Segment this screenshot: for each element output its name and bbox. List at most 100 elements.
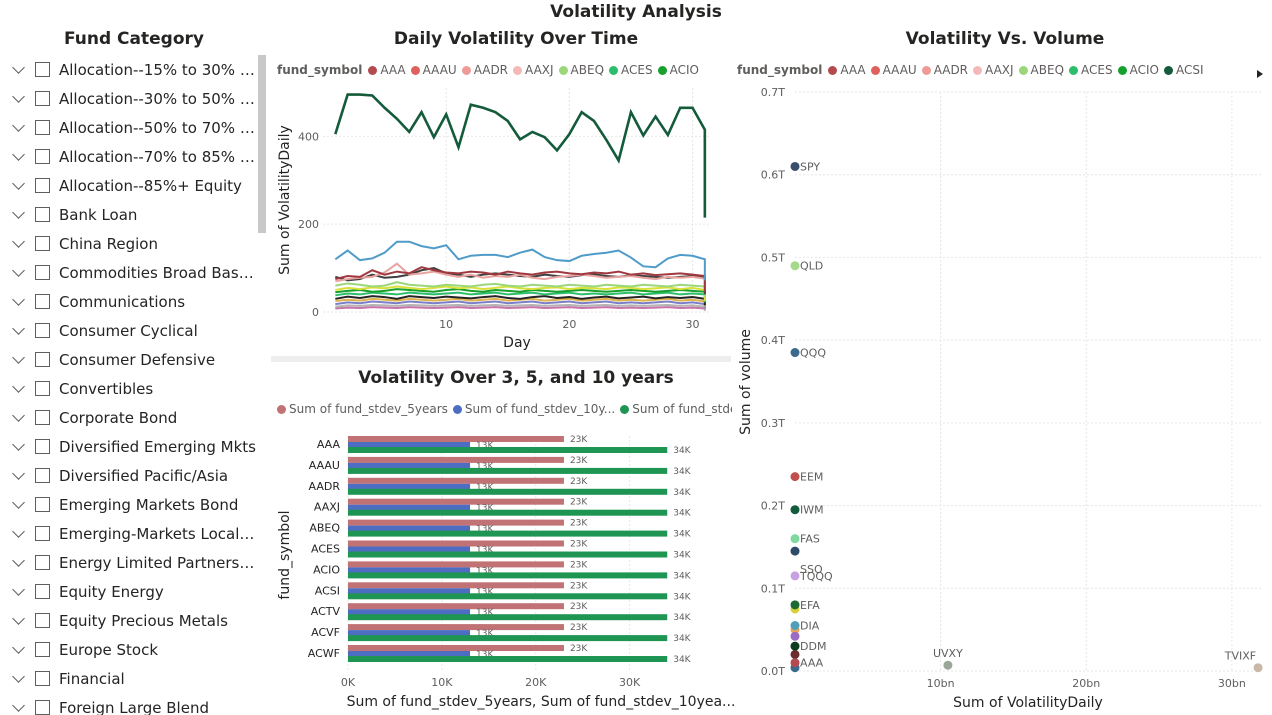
- chevron-down-icon[interactable]: [12, 556, 26, 570]
- bar[interactable]: [348, 656, 668, 662]
- legend-item[interactable]: AAA: [368, 63, 406, 77]
- slicer-checkbox[interactable]: [35, 352, 50, 367]
- bar[interactable]: [348, 614, 668, 621]
- slicer-item[interactable]: Commodities Broad Basket: [0, 258, 258, 287]
- data-point[interactable]: [790, 641, 800, 651]
- slicer-checkbox[interactable]: [35, 236, 50, 251]
- bar[interactable]: [348, 519, 564, 526]
- slicer-checkbox[interactable]: [35, 178, 50, 193]
- chevron-down-icon[interactable]: [12, 382, 26, 396]
- slicer-checkbox[interactable]: [35, 149, 50, 164]
- slicer-checkbox[interactable]: [35, 294, 50, 309]
- slicer-checkbox[interactable]: [35, 613, 50, 628]
- slicer-checkbox[interactable]: [35, 497, 50, 512]
- data-point[interactable]: [790, 571, 800, 581]
- chevron-down-icon[interactable]: [12, 469, 26, 483]
- slicer-item[interactable]: Financial: [0, 664, 258, 693]
- bar[interactable]: [348, 645, 564, 651]
- legend-item[interactable]: ABEQ: [1018, 63, 1064, 77]
- chevron-down-icon[interactable]: [12, 353, 26, 367]
- legend-item[interactable]: AAAU: [410, 63, 457, 77]
- bar[interactable]: [348, 447, 668, 453]
- data-point[interactable]: [790, 600, 800, 610]
- bar[interactable]: [348, 540, 564, 547]
- chevron-down-icon[interactable]: [12, 295, 26, 309]
- chevron-down-icon[interactable]: [12, 324, 26, 338]
- slicer-checkbox[interactable]: [35, 555, 50, 570]
- bar[interactable]: [348, 551, 668, 558]
- slicer-checkbox[interactable]: [35, 584, 50, 599]
- legend-item[interactable]: AADR: [461, 63, 508, 77]
- slicer-checkbox[interactable]: [35, 207, 50, 222]
- bar[interactable]: [348, 477, 564, 484]
- legend-item[interactable]: ACES: [609, 63, 653, 77]
- legend-item[interactable]: AAXJ: [513, 63, 554, 77]
- chevron-down-icon[interactable]: [12, 237, 26, 251]
- slicer-item[interactable]: Diversified Emerging Mkts: [0, 432, 258, 461]
- chevron-down-icon[interactable]: [12, 121, 26, 135]
- slicer-checkbox[interactable]: [35, 91, 50, 106]
- data-point[interactable]: [790, 546, 800, 556]
- chevron-down-icon[interactable]: [12, 179, 26, 193]
- slicer-item[interactable]: Allocation--70% to 85% Equ...: [0, 142, 258, 171]
- data-point[interactable]: [943, 660, 953, 670]
- bar[interactable]: [348, 593, 668, 600]
- legend-item[interactable]: AAXJ: [973, 63, 1014, 77]
- legend-item[interactable]: Sum of fund_stde: [620, 402, 732, 416]
- legend-item[interactable]: Sum of fund_stdev_5years: [277, 402, 448, 416]
- bar[interactable]: [348, 436, 564, 442]
- chevron-down-icon[interactable]: [12, 150, 26, 164]
- data-point[interactable]: [790, 649, 800, 659]
- slicer-item[interactable]: Equity Energy: [0, 577, 258, 606]
- legend-item[interactable]: AAA: [828, 63, 866, 77]
- legend-item[interactable]: ACIO: [657, 63, 699, 77]
- bar[interactable]: [348, 561, 564, 568]
- bar[interactable]: [348, 624, 564, 631]
- slicer-item[interactable]: Consumer Cyclical: [0, 316, 258, 345]
- chevron-down-icon[interactable]: [12, 614, 26, 628]
- chevron-down-icon[interactable]: [12, 440, 26, 454]
- chevron-down-icon[interactable]: [12, 266, 26, 280]
- slicer-item[interactable]: Bank Loan: [0, 200, 258, 229]
- slicer-item[interactable]: Allocation--15% to 30% Equ...: [0, 55, 258, 84]
- bar[interactable]: [348, 456, 564, 463]
- chevron-down-icon[interactable]: [12, 498, 26, 512]
- slicer-checkbox[interactable]: [35, 410, 50, 425]
- slicer-item[interactable]: Europe Stock: [0, 635, 258, 664]
- data-point[interactable]: [790, 621, 800, 631]
- legend-item[interactable]: Sum of fund_stdev_10y...: [452, 402, 615, 416]
- legend-item[interactable]: ACES: [1069, 63, 1113, 77]
- bar[interactable]: [348, 572, 668, 579]
- data-point[interactable]: [790, 261, 800, 271]
- chevron-down-icon[interactable]: [12, 411, 26, 425]
- legend-item[interactable]: ABEQ: [558, 63, 604, 77]
- slicer-scrollbar[interactable]: [258, 55, 266, 233]
- chevron-down-icon[interactable]: [12, 701, 26, 715]
- slicer-item[interactable]: China Region: [0, 229, 258, 258]
- slicer-item[interactable]: Energy Limited Partnership: [0, 548, 258, 577]
- data-point[interactable]: [790, 631, 800, 641]
- data-point[interactable]: [1253, 663, 1263, 673]
- bar[interactable]: [348, 530, 668, 537]
- legend-item[interactable]: ACIO: [1117, 63, 1159, 77]
- chevron-down-icon[interactable]: [12, 63, 26, 77]
- slicer-checkbox[interactable]: [35, 62, 50, 77]
- data-point[interactable]: [790, 658, 800, 668]
- slicer-checkbox[interactable]: [35, 671, 50, 686]
- slicer-checkbox[interactable]: [35, 323, 50, 338]
- legend-next-icon[interactable]: [1256, 64, 1264, 78]
- chevron-down-icon[interactable]: [12, 585, 26, 599]
- slicer-item[interactable]: Diversified Pacific/Asia: [0, 461, 258, 490]
- legend-item[interactable]: AADR: [921, 63, 968, 77]
- slicer-checkbox[interactable]: [35, 700, 50, 715]
- slicer-checkbox[interactable]: [35, 265, 50, 280]
- slicer-item[interactable]: Allocation--30% to 50% Equ...: [0, 84, 258, 113]
- slicer-checkbox[interactable]: [35, 120, 50, 135]
- slicer-item[interactable]: Equity Precious Metals: [0, 606, 258, 635]
- slicer-item[interactable]: Allocation--85%+ Equity: [0, 171, 258, 200]
- chevron-down-icon[interactable]: [12, 672, 26, 686]
- slicer-item[interactable]: Consumer Defensive: [0, 345, 258, 374]
- bar[interactable]: [348, 582, 564, 589]
- chevron-down-icon[interactable]: [12, 92, 26, 106]
- slicer-item[interactable]: Foreign Large Blend: [0, 693, 258, 715]
